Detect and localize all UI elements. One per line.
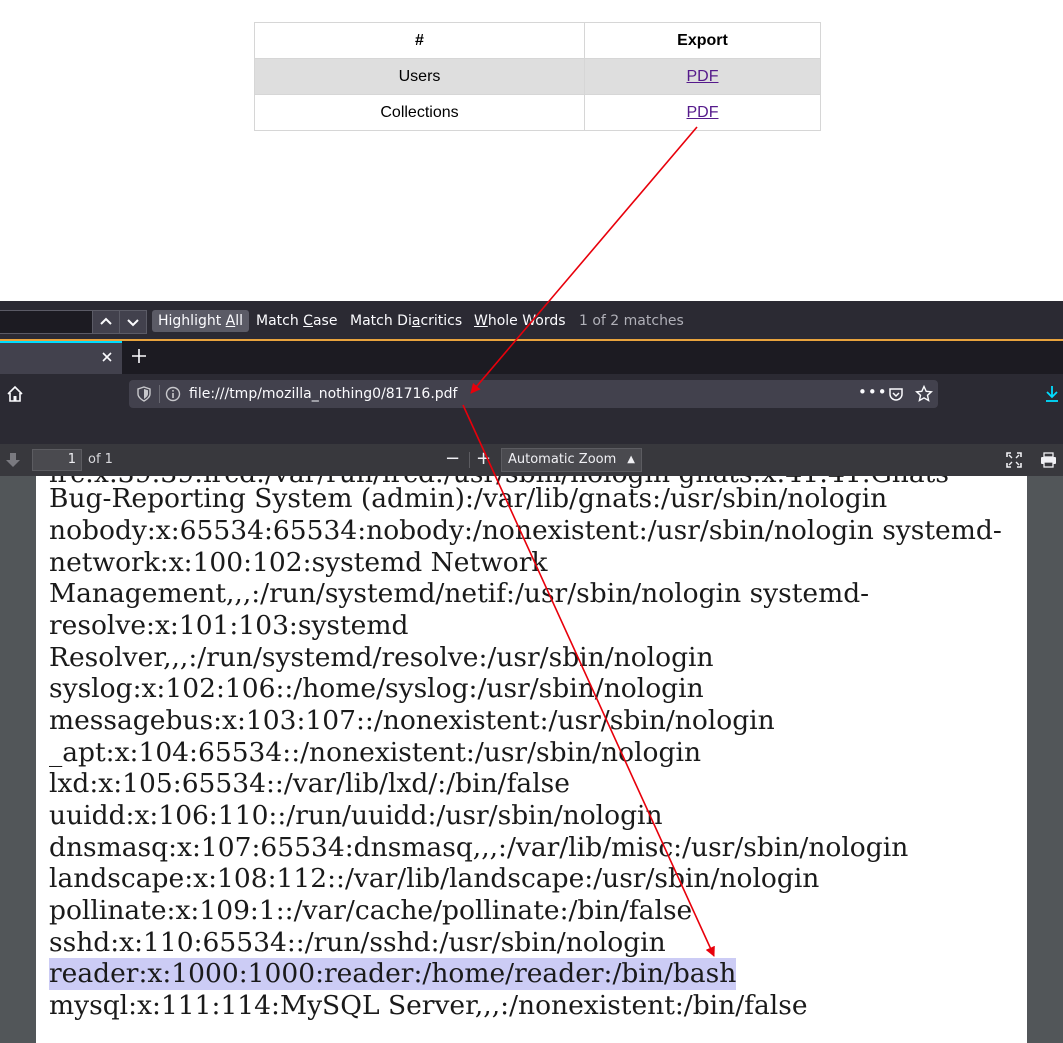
pdf-text-line: resolve:x:101:103:systemd xyxy=(49,610,409,641)
table-header-row: # Export xyxy=(254,22,821,59)
export-table: # Export Users PDF Collections PDF xyxy=(254,22,821,131)
url-separator xyxy=(159,385,160,403)
match-diacritics-label-pre: Match Di xyxy=(350,313,412,329)
pdf-viewer[interactable]: irc:x:39:39:ircd:/var/run/ircd:/usr/sbin… xyxy=(0,476,1063,1043)
tab-strip xyxy=(0,341,1063,374)
header-number: # xyxy=(254,22,585,59)
zoom-separator xyxy=(469,452,470,468)
collections-pdf-link[interactable]: PDF xyxy=(687,104,719,121)
match-case-accesskey: C xyxy=(303,313,313,329)
find-bar: Highlight All Match Case Match Diacritic… xyxy=(0,301,1063,341)
pdf-text-line: sshd:x:110:65534::/run/sshd:/usr/sbin/no… xyxy=(49,927,666,958)
header-export: Export xyxy=(584,22,821,59)
shield-icon[interactable] xyxy=(137,386,151,402)
pdf-text-line: Management,,,:/run/systemd/netif:/usr/sb… xyxy=(49,578,870,609)
pdf-text-line: mysql:x:111:114:MySQL Server,,,:/nonexis… xyxy=(49,990,808,1021)
pocket-icon[interactable] xyxy=(888,386,904,402)
pdf-text-line: _apt:x:104:65534::/nonexistent:/usr/sbin… xyxy=(49,737,702,768)
chevron-up-icon xyxy=(100,317,112,325)
next-page-icon[interactable] xyxy=(5,452,21,468)
print-icon[interactable] xyxy=(1040,452,1057,468)
page-number-input[interactable]: 1 xyxy=(32,449,82,471)
find-status: 1 of 2 matches xyxy=(579,313,684,329)
match-case-label-pre: Match xyxy=(256,313,304,329)
new-tab-plus-icon[interactable] xyxy=(131,348,147,364)
highlight-all-toggle[interactable]: Highlight All xyxy=(152,310,250,332)
pdf-text-line: network:x:100:102:systemd Network xyxy=(49,547,548,578)
pdf-text-line: uuidd:x:106:110::/run/uuidd:/usr/sbin/no… xyxy=(49,800,663,831)
pdf-text-line: pollinate:x:109:1::/var/cache/pollinate:… xyxy=(49,895,693,926)
table-row-users: Users PDF xyxy=(254,58,821,95)
table-row-collections: Collections PDF xyxy=(254,94,821,131)
highlight-all-accesskey: A xyxy=(225,313,236,329)
whole-words-toggle[interactable]: Whole Words xyxy=(468,310,572,332)
zoom-value: Automatic Zoom xyxy=(508,452,617,467)
pdf-text-line: dnsmasq:x:107:65534:dnsmasq,,,:/var/lib/… xyxy=(49,832,909,863)
url-bar[interactable]: file:///tmp/mozilla_nothing0/81716.pdf •… xyxy=(129,380,938,408)
row-export-collections: PDF xyxy=(584,94,821,131)
pdf-text-line: Resolver,,,:/run/systemd/resolve:/usr/sb… xyxy=(49,642,714,673)
match-diacritics-toggle[interactable]: Match Diacritics xyxy=(344,310,468,332)
pdf-text-line: nobody:x:65534:65534:nobody:/nonexistent… xyxy=(49,515,1002,546)
toolbar-spacer xyxy=(0,414,1063,444)
row-name-collections: Collections xyxy=(254,94,585,131)
more-actions-icon[interactable]: ••• xyxy=(858,383,888,401)
zoom-out-icon[interactable]: − xyxy=(445,448,460,469)
find-input[interactable] xyxy=(0,310,93,334)
tab-active[interactable] xyxy=(0,341,122,374)
row-export-users: PDF xyxy=(584,58,821,95)
zoom-in-icon[interactable]: + xyxy=(476,448,491,469)
highlight-all-label-pre: Highlight xyxy=(158,313,226,329)
pdf-toolbar: 1 of 1 − + Automatic Zoom ▲▼ xyxy=(0,444,1063,487)
home-icon[interactable] xyxy=(6,385,24,403)
chevron-down-icon xyxy=(127,319,139,327)
match-case-toggle[interactable]: Match Case xyxy=(250,310,343,332)
match-case-label-post: ase xyxy=(312,313,338,329)
info-icon[interactable] xyxy=(165,386,181,402)
users-pdf-link[interactable]: PDF xyxy=(687,68,719,85)
pdf-text-line: landscape:x:108:112::/var/lib/landscape:… xyxy=(49,863,820,894)
pdf-text-line-highlighted: reader:x:1000:1000:reader:/home/reader:/… xyxy=(49,958,737,990)
pdf-page: irc:x:39:39:ircd:/var/run/ircd:/usr/sbin… xyxy=(36,476,1027,1043)
nav-bar: file:///tmp/mozilla_nothing0/81716.pdf •… xyxy=(0,374,1063,414)
bookmark-star-icon[interactable] xyxy=(915,385,933,403)
zoom-select[interactable]: Automatic Zoom ▲▼ xyxy=(501,448,642,487)
pdf-text-line: messagebus:x:103:107::/nonexistent:/usr/… xyxy=(49,705,775,736)
pdf-text-line: syslog:x:102:106::/home/syslog:/usr/sbin… xyxy=(49,673,704,704)
download-icon[interactable] xyxy=(1044,385,1060,403)
pdf-text-line: Bug-Reporting System (admin):/var/lib/gn… xyxy=(49,483,888,514)
url-text[interactable]: file:///tmp/mozilla_nothing0/81716.pdf xyxy=(189,386,457,402)
presentation-mode-icon[interactable] xyxy=(1006,452,1022,468)
highlight-all-label-post: ll xyxy=(235,313,244,329)
page-count: of 1 xyxy=(88,452,113,467)
find-next-button[interactable] xyxy=(119,310,147,334)
whole-words-accesskey: W xyxy=(474,313,488,329)
close-icon[interactable] xyxy=(100,350,114,364)
pdf-text-line: lxd:x:105:65534::/var/lib/lxd/:/bin/fals… xyxy=(49,768,570,799)
match-diacritics-label-post: critics xyxy=(420,313,463,329)
row-name-users: Users xyxy=(254,58,585,95)
whole-words-label-post: hole Words xyxy=(487,313,566,329)
find-previous-button[interactable] xyxy=(92,310,120,334)
